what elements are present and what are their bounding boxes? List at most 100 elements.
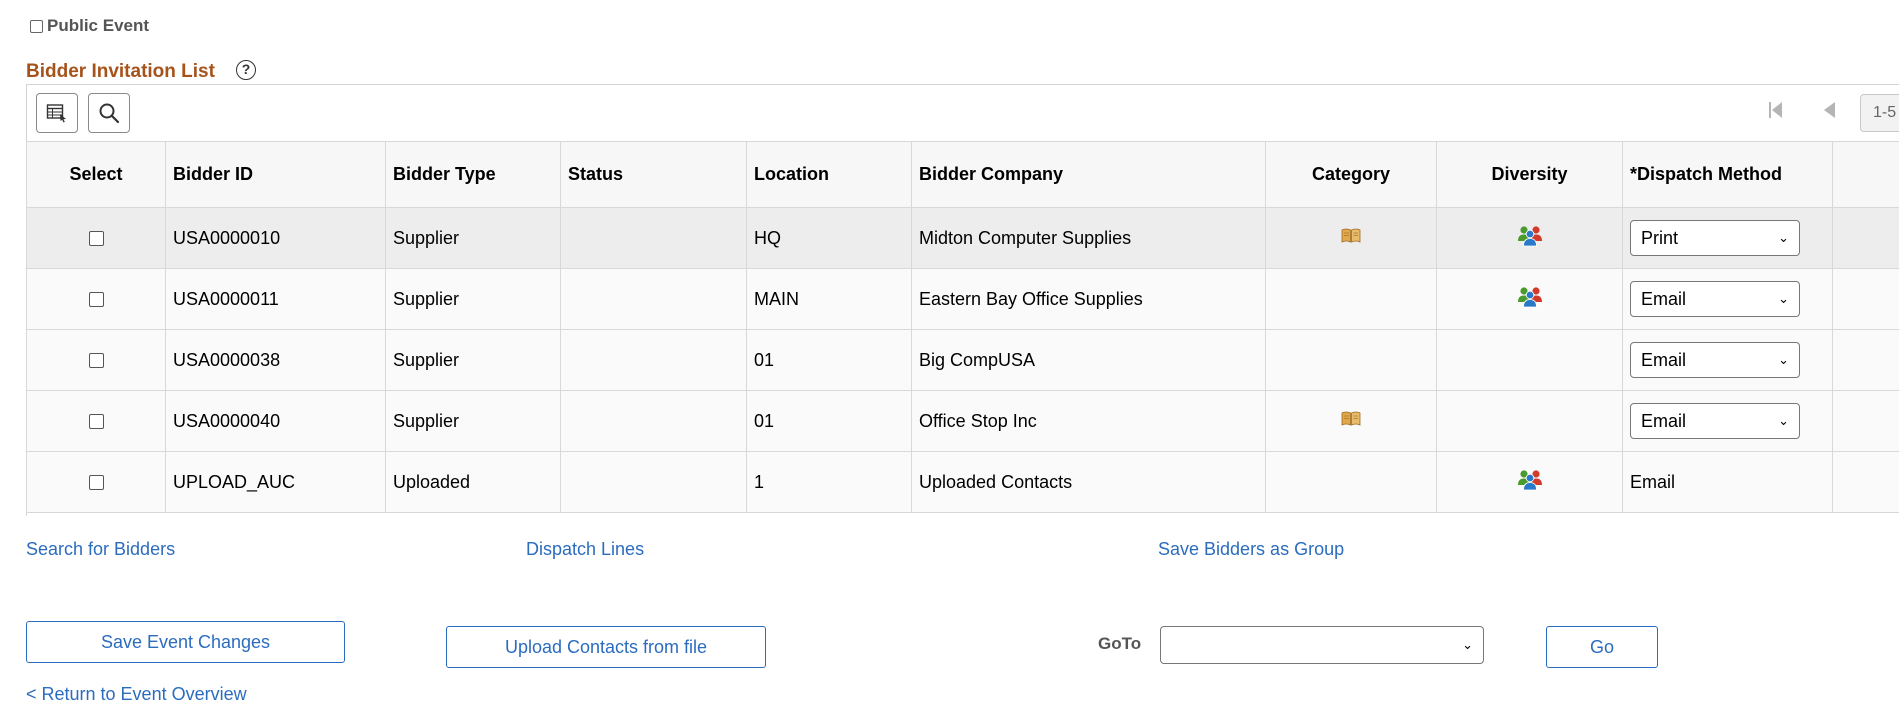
bidder-id-cell: USA0000040 xyxy=(165,390,386,452)
category-cell xyxy=(1265,451,1437,513)
col-header-status: Status xyxy=(560,141,747,208)
col-header-bidder-company: Bidder Company xyxy=(911,141,1266,208)
status-cell xyxy=(560,451,747,513)
diversity-people-icon[interactable] xyxy=(1517,286,1543,312)
select-cell xyxy=(26,390,166,452)
bidder-id-cell: UPLOAD_AUC xyxy=(165,451,386,513)
dispatch-method-select[interactable]: Email ⌄ xyxy=(1630,403,1800,439)
extra-cell xyxy=(1832,390,1899,452)
row-select-checkbox[interactable] xyxy=(88,231,104,247)
first-page-button[interactable] xyxy=(1768,101,1784,124)
category-book-icon[interactable] xyxy=(1341,411,1361,431)
dispatch-method-select[interactable]: Print ⌄ xyxy=(1630,220,1800,256)
public-event-checkbox-box[interactable] xyxy=(30,19,43,33)
bidder-company-cell: Office Stop Inc xyxy=(911,390,1266,452)
table-row: USA0000038 Supplier 01 Big CompUSA Email ⌄ xyxy=(26,329,1899,391)
col-header-diversity: Diversity xyxy=(1436,141,1623,208)
dispatch-method-select[interactable]: Email ⌄ xyxy=(1630,342,1800,378)
page-range: 1-5 xyxy=(1860,94,1899,132)
bidder-type-cell: Supplier xyxy=(385,329,561,391)
help-icon[interactable]: ? xyxy=(236,60,256,80)
go-button[interactable]: Go xyxy=(1546,626,1658,668)
bidder-type-cell: Supplier xyxy=(385,390,561,452)
goto-select[interactable]: ⌄ xyxy=(1160,626,1484,664)
extra-cell xyxy=(1832,451,1899,513)
prev-page-button[interactable] xyxy=(1822,101,1836,124)
dispatch-method-value: Email xyxy=(1641,349,1687,370)
dispatch-method-value: Print xyxy=(1641,227,1679,248)
status-cell xyxy=(560,268,747,330)
location-cell: MAIN xyxy=(746,268,912,330)
location-cell: HQ xyxy=(746,207,912,269)
dispatch-method-select[interactable]: Email ⌄ xyxy=(1630,281,1800,317)
grid-view-button[interactable] xyxy=(36,93,78,133)
chevron-down-icon: ⌄ xyxy=(1778,230,1789,245)
location-cell: 1 xyxy=(746,451,912,513)
row-select-checkbox[interactable] xyxy=(88,475,104,491)
diversity-people-icon[interactable] xyxy=(1517,469,1543,495)
category-cell xyxy=(1265,329,1437,391)
bidder-type-cell: Supplier xyxy=(385,268,561,330)
bidder-company-cell: Uploaded Contacts xyxy=(911,451,1266,513)
bidder-company-cell: Big CompUSA xyxy=(911,329,1266,391)
search-button[interactable] xyxy=(88,93,130,133)
dispatch-method-cell: Email ⌄ xyxy=(1622,329,1833,391)
public-event-checkbox[interactable]: Public Event xyxy=(30,16,149,36)
table-row: UPLOAD_AUC Uploaded 1 Uploaded Contacts Emai… xyxy=(26,451,1899,513)
save-bidders-group-link[interactable]: Save Bidders as Group xyxy=(1158,539,1344,560)
extra-cell xyxy=(1832,268,1899,330)
status-cell xyxy=(560,329,747,391)
category-cell xyxy=(1265,207,1437,269)
save-event-changes-button[interactable]: Save Event Changes xyxy=(26,621,345,663)
public-event-label: Public Event xyxy=(47,16,150,35)
category-book-icon[interactable] xyxy=(1341,228,1361,248)
dispatch-method-cell: Print ⌄ xyxy=(1622,207,1833,269)
bidder-type-cell: Supplier xyxy=(385,207,561,269)
bidder-company-cell: Eastern Bay Office Supplies xyxy=(911,268,1266,330)
table-row: USA0000010 Supplier HQ Midton Computer Supp… xyxy=(26,207,1899,269)
location-cell: 01 xyxy=(746,390,912,452)
category-cell xyxy=(1265,390,1437,452)
return-overview-link[interactable]: < Return to Event Overview xyxy=(26,684,247,705)
diversity-people-icon[interactable] xyxy=(1517,225,1543,251)
chevron-down-icon: ⌄ xyxy=(1778,291,1789,306)
search-icon xyxy=(99,103,120,124)
col-header-extra xyxy=(1832,141,1899,208)
search-bidders-link[interactable]: Search for Bidders xyxy=(26,539,175,560)
diversity-cell xyxy=(1436,268,1623,330)
row-select-checkbox[interactable] xyxy=(88,353,104,369)
extra-cell xyxy=(1832,329,1899,391)
dispatch-method-value: Email xyxy=(1641,288,1687,309)
grid-view-icon xyxy=(46,104,66,123)
bidder-id-cell: USA0000010 xyxy=(165,207,386,269)
bidder-company-cell: Midton Computer Supplies xyxy=(911,207,1266,269)
status-cell xyxy=(560,390,747,452)
dispatch-method-cell: Email xyxy=(1622,451,1833,513)
first-page-icon xyxy=(1769,102,1782,118)
table-body: USA0000010 Supplier HQ Midton Computer Supp… xyxy=(26,207,1899,513)
category-cell xyxy=(1265,268,1437,330)
extra-cell xyxy=(1832,207,1899,269)
diversity-cell xyxy=(1436,390,1623,452)
bidder-id-cell: USA0000038 xyxy=(165,329,386,391)
col-header-bidder-id: Bidder ID xyxy=(165,141,386,208)
dispatch-method-cell: Email ⌄ xyxy=(1622,390,1833,452)
dispatch-lines-link[interactable]: Dispatch Lines xyxy=(526,539,644,560)
table-row: USA0000011 Supplier MAIN Eastern Bay Office… xyxy=(26,268,1899,330)
select-cell xyxy=(26,451,166,513)
diversity-cell xyxy=(1436,329,1623,391)
prev-page-icon xyxy=(1824,102,1835,118)
dispatch-method-cell: Email ⌄ xyxy=(1622,268,1833,330)
diversity-cell xyxy=(1436,451,1623,513)
bidder-id-cell: USA0000011 xyxy=(165,268,386,330)
table-header-row: Select Bidder ID Bidder Type Status Loca… xyxy=(26,141,1899,208)
chevron-down-icon: ⌄ xyxy=(1778,352,1789,367)
col-header-dispatch-method: *Dispatch Method xyxy=(1622,141,1833,208)
upload-contacts-button[interactable]: Upload Contacts from file xyxy=(446,626,766,668)
col-header-location: Location xyxy=(746,141,912,208)
diversity-cell xyxy=(1436,207,1623,269)
row-select-checkbox[interactable] xyxy=(88,292,104,308)
dispatch-method-value: Email xyxy=(1641,410,1687,431)
row-select-checkbox[interactable] xyxy=(88,414,104,430)
col-header-category: Category xyxy=(1265,141,1437,208)
